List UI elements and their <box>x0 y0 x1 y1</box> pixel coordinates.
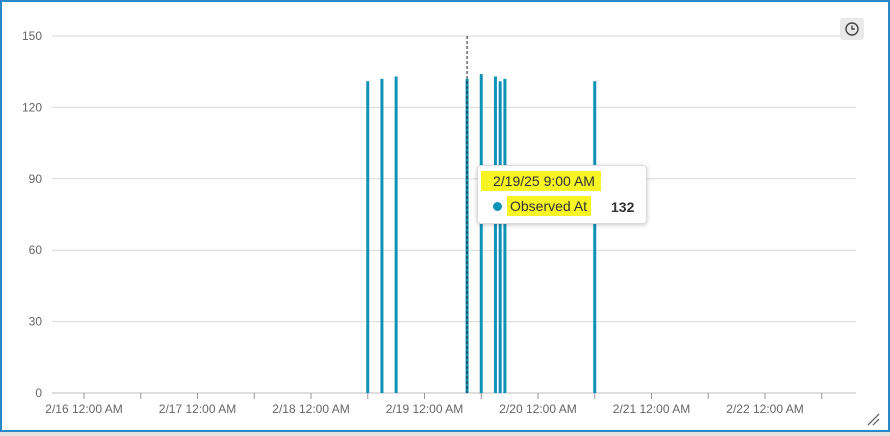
series-marker-icon <box>493 202 502 211</box>
bar <box>366 81 370 393</box>
chart: 0 30 60 90 120 150 2/16 12:00 AM 2/17 12:00 AM… <box>22 29 856 416</box>
y-tick-label: 90 <box>29 172 43 186</box>
x-axis <box>52 392 856 399</box>
bars <box>366 74 597 394</box>
x-tick-label: 2/22 12:00 AM <box>726 402 803 416</box>
x-axis-tick-labels: 2/16 12:00 AM 2/17 12:00 AM 2/18 12:00 AM 2… <box>45 402 803 416</box>
bar <box>479 74 483 393</box>
grid-lines <box>52 35 856 323</box>
bar <box>380 78 384 393</box>
x-tick-label: 2/19 12:00 AM <box>386 402 463 416</box>
tooltip-title: 2/19/25 9:00 AM <box>481 171 601 191</box>
x-tick-label: 2/16 12:00 AM <box>45 402 122 416</box>
clock-icon <box>845 22 859 36</box>
x-tick-label: 2/18 12:00 AM <box>272 402 349 416</box>
bar <box>503 78 507 393</box>
x-tick-label: 2/17 12:00 AM <box>159 402 236 416</box>
y-axis-tick-labels: 0 30 60 90 120 150 <box>22 29 42 400</box>
y-tick-label: 60 <box>29 243 43 257</box>
chart-panel: 0 30 60 90 120 150 2/16 12:00 AM 2/17 12:00 AM… <box>0 0 890 432</box>
time-settings-button[interactable] <box>840 18 864 40</box>
bar <box>465 78 469 393</box>
y-tick-label: 0 <box>35 386 42 400</box>
y-tick-label: 30 <box>29 315 43 329</box>
y-tick-label: 150 <box>22 29 42 43</box>
resize-grip-icon[interactable] <box>866 412 880 426</box>
x-tick-label: 2/20 12:00 AM <box>499 402 576 416</box>
chart-tooltip: 2/19/25 9:00 AM Observed At 132 <box>477 165 647 224</box>
bar <box>493 76 497 394</box>
bar <box>593 81 597 393</box>
bar <box>498 81 502 393</box>
tooltip-value: 132 <box>611 199 635 215</box>
y-tick-label: 120 <box>22 100 42 114</box>
x-tick-label: 2/21 12:00 AM <box>613 402 690 416</box>
tooltip-series-name: Observed At <box>507 196 592 216</box>
bar <box>394 76 398 394</box>
